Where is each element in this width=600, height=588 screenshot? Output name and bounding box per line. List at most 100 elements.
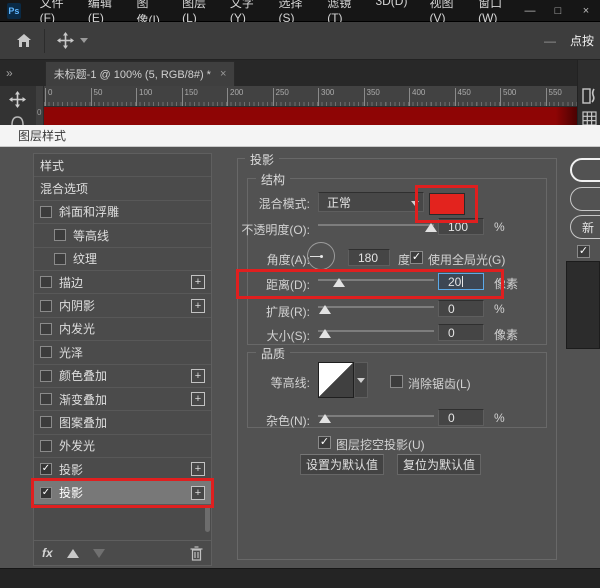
styles-list-panel: 样式混合选项斜面和浮雕等高线纹理描边+内阴影+内发光光泽颜色叠加+渐变叠加+图案… — [33, 153, 212, 566]
slider-thumb[interactable] — [425, 223, 437, 232]
home-icon[interactable] — [16, 33, 32, 48]
styles-list-item[interactable]: 渐变叠加 + — [34, 388, 211, 411]
opacity-unit: % — [494, 220, 505, 234]
style-row-label: 混合选项 — [40, 180, 88, 197]
move-effect-up-icon[interactable] — [67, 549, 79, 558]
menu-bar: Ps 文件(F)编辑(E)图像(I)图层(L)文字(Y)选择(S)滤镜(T)3D… — [0, 0, 600, 22]
add-effect-icon[interactable]: + — [191, 392, 205, 406]
move-tool-icon[interactable] — [9, 91, 26, 108]
ruler-tick: 300 — [318, 88, 334, 107]
move-tool-icon[interactable] — [57, 32, 74, 49]
style-row-label: 描边 — [59, 274, 83, 291]
ruler-tick: 100 — [136, 88, 152, 107]
add-effect-icon[interactable]: + — [191, 486, 205, 500]
options-right: — 点按 — [544, 32, 600, 49]
spread-slider[interactable] — [318, 300, 434, 316]
properties-panel-icon[interactable] — [582, 88, 596, 104]
trash-icon[interactable] — [190, 546, 203, 561]
effect-checkbox-unchecked[interactable] — [54, 253, 66, 265]
opacity-slider[interactable] — [318, 218, 434, 234]
style-row-label: 渐变叠加 — [59, 391, 107, 408]
style-row-label: 纹理 — [73, 250, 97, 267]
opacity-value[interactable]: 100 — [438, 218, 484, 235]
style-row-label: 投影 — [59, 461, 83, 478]
ok-button-cutoff[interactable] — [570, 158, 600, 182]
tab-overflow-left-icon[interactable]: » — [0, 66, 19, 80]
anti-alias-checkbox[interactable] — [390, 375, 403, 388]
contour-dropdown-icon[interactable] — [355, 362, 368, 398]
quality-legend: 品质 — [256, 345, 290, 362]
styles-list-item[interactable]: 外发光 — [34, 435, 211, 458]
effect-checkbox-unchecked[interactable] — [40, 370, 52, 382]
maximize-button[interactable]: □ — [544, 1, 572, 21]
document-tab[interactable]: 未标题-1 @ 100% (5, RGB/8#) * × — [45, 61, 236, 86]
horizontal-ruler: 050100150200250300350400450500550 — [44, 86, 577, 107]
effect-checkbox-checked[interactable]: ✓ — [40, 463, 52, 475]
slider-thumb[interactable] — [319, 414, 331, 423]
effect-checkbox-unchecked[interactable] — [40, 276, 52, 288]
dialog-title-bar[interactable]: 图层样式 — [0, 125, 600, 147]
noise-value[interactable]: 0 — [438, 409, 484, 426]
effect-checkbox-unchecked[interactable] — [40, 206, 52, 218]
minimize-button[interactable]: — — [516, 1, 544, 21]
slider-thumb[interactable] — [319, 305, 331, 314]
vertical-ruler: 0 — [36, 86, 44, 125]
partial-tool-icon[interactable] — [10, 115, 25, 125]
window-controls: — □ × — [516, 1, 600, 21]
structure-legend: 结构 — [256, 171, 290, 188]
slider-thumb[interactable] — [333, 278, 345, 287]
move-effect-down-icon[interactable] — [93, 549, 105, 558]
style-row-label: 内发光 — [59, 320, 95, 337]
blend-mode-dropdown[interactable]: 正常 — [318, 192, 424, 212]
ruler-tick: 0 — [45, 88, 52, 107]
shadow-color-swatch[interactable] — [429, 193, 465, 215]
tab-close-icon[interactable]: × — [220, 68, 226, 80]
style-row-label: 光泽 — [59, 344, 83, 361]
new-style-button-cutoff[interactable]: 新 — [570, 215, 600, 239]
vertical-ruler-origin: 0 — [37, 108, 41, 117]
style-row-label: 斜面和浮雕 — [59, 203, 119, 220]
photoshop-logo: Ps — [7, 3, 21, 19]
style-row-label: 颜色叠加 — [59, 367, 107, 384]
effect-checkbox-checked[interactable]: ✓ — [40, 487, 52, 499]
contour-thumbnail[interactable] — [318, 362, 354, 398]
effect-checkbox-unchecked[interactable] — [40, 346, 52, 358]
styles-list-item[interactable]: 样式 — [34, 154, 211, 177]
size-slider[interactable] — [318, 324, 434, 340]
styles-list-item[interactable]: ✓ 投影 + — [34, 458, 211, 481]
fx-icon[interactable]: fx — [42, 546, 53, 560]
ruler-tick: 400 — [409, 88, 425, 107]
distance-slider[interactable] — [318, 273, 434, 289]
blend-mode-label: 混合模式: — [150, 195, 310, 212]
reset-default-button[interactable]: 复位为默认值 — [397, 454, 481, 475]
preview-checkbox[interactable]: ✓ — [577, 245, 590, 258]
set-default-button[interactable]: 设置为默认值 — [300, 454, 384, 475]
noise-slider[interactable] — [318, 409, 434, 425]
spread-value[interactable]: 0 — [438, 300, 484, 317]
styles-list-item[interactable]: 光泽 — [34, 341, 211, 364]
effect-checkbox-unchecked[interactable] — [40, 440, 52, 452]
blend-mode-value: 正常 — [327, 194, 351, 211]
styles-list-item[interactable]: ✓投影+ — [34, 481, 211, 504]
distance-unit: 像素 — [494, 275, 518, 292]
global-light-checkbox[interactable]: ✓ — [410, 251, 423, 264]
chevron-down-icon[interactable] — [80, 38, 88, 43]
effect-checkbox-unchecked[interactable] — [40, 323, 52, 335]
size-value[interactable]: 0 — [438, 324, 484, 341]
status-bar — [0, 568, 600, 588]
layer-knockout-checkbox[interactable]: ✓ — [318, 436, 331, 449]
grid-panel-icon[interactable] — [582, 111, 597, 126]
slider-thumb[interactable] — [319, 329, 331, 338]
effect-checkbox-unchecked[interactable] — [40, 416, 52, 428]
cancel-button-cutoff[interactable] — [570, 187, 600, 211]
close-button[interactable]: × — [572, 1, 600, 21]
add-effect-icon[interactable]: + — [191, 462, 205, 476]
effect-checkbox-unchecked[interactable] — [40, 300, 52, 312]
distance-value[interactable]: 20 — [438, 273, 484, 290]
anti-alias-label: 消除锯齿(L) — [408, 375, 471, 392]
canvas-red-rectangle[interactable] — [44, 107, 577, 125]
angle-dial[interactable] — [307, 242, 335, 270]
effect-checkbox-unchecked[interactable] — [54, 229, 66, 241]
angle-value[interactable]: 180 — [348, 249, 390, 266]
effect-checkbox-unchecked[interactable] — [40, 393, 52, 405]
